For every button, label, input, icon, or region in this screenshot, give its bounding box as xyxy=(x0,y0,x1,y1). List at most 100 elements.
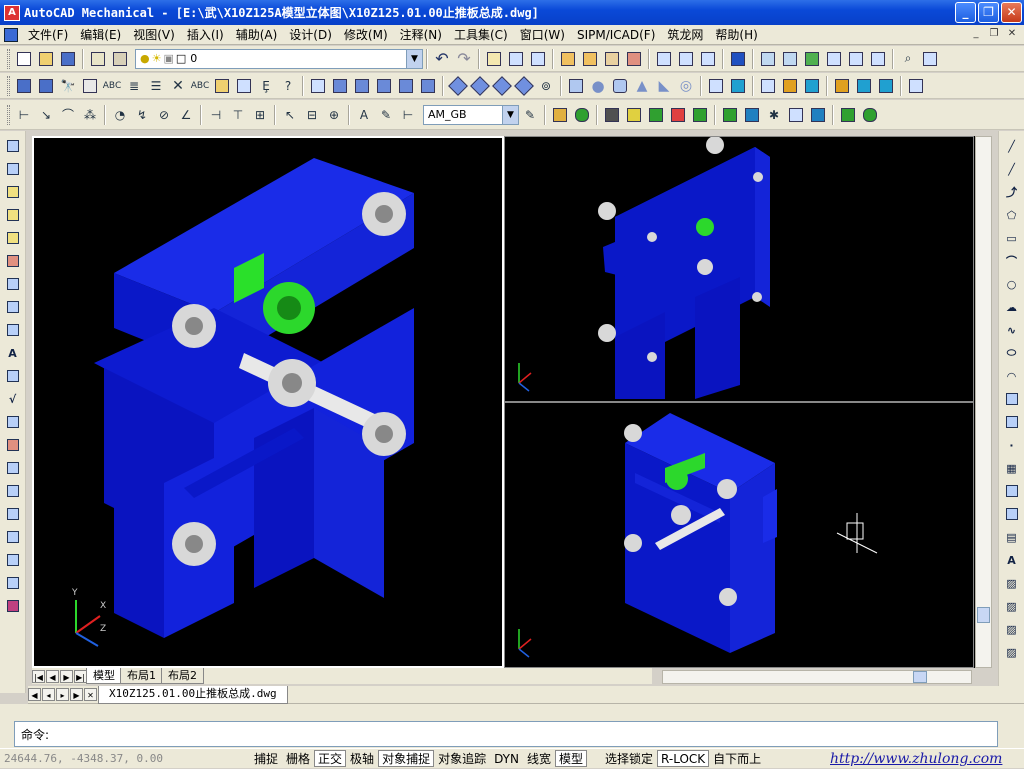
polygon-icon[interactable]: ⬠ xyxy=(1003,206,1021,224)
text-tool-icon[interactable]: A xyxy=(4,344,22,362)
polar-toggle[interactable]: 极轴 xyxy=(346,750,378,767)
light-icon[interactable] xyxy=(624,105,644,125)
rotate-icon[interactable] xyxy=(4,298,22,316)
pattern-3-icon[interactable]: ▨ xyxy=(1003,620,1021,638)
center-mark-icon[interactable]: ⊕ xyxy=(324,105,344,125)
construction-line-icon[interactable] xyxy=(4,160,22,178)
revcloud-icon[interactable]: ☁ xyxy=(1003,298,1021,316)
menu-edit[interactable]: 编辑(E) xyxy=(74,25,127,45)
calculator-icon[interactable] xyxy=(846,49,866,69)
leader-icon[interactable]: ↖ xyxy=(280,105,300,125)
toolbar-grip[interactable] xyxy=(7,104,10,125)
horizontal-scrollbar[interactable] xyxy=(662,670,972,684)
layer-manager-icon[interactable] xyxy=(88,49,108,69)
document-icon[interactable] xyxy=(4,27,18,42)
quick-dim-icon[interactable]: ⊣ xyxy=(206,105,226,125)
vertical-scrollbar[interactable] xyxy=(975,136,992,668)
tab-next-icon[interactable]: ▶ xyxy=(60,669,73,683)
hatch-draw-icon[interactable]: ▦ xyxy=(1003,459,1021,477)
osnap-toggle[interactable]: 对象捕捉 xyxy=(378,750,435,767)
search-icon[interactable]: ⌕ xyxy=(898,49,918,69)
viewport-lower-right[interactable] xyxy=(504,402,974,668)
pattern-4-icon[interactable]: ▨ xyxy=(1003,643,1021,661)
section-icon[interactable] xyxy=(758,76,778,96)
autocad-app-icon[interactable]: A xyxy=(4,4,20,21)
fog-icon[interactable] xyxy=(720,105,740,125)
command-line[interactable]: 命令: xyxy=(14,721,998,747)
tree-icon[interactable] xyxy=(234,76,254,96)
mtext-icon[interactable]: A xyxy=(1003,551,1021,569)
menu-zhulong[interactable]: 筑龙网 xyxy=(661,25,709,45)
horizontal-scroll-thumb[interactable] xyxy=(913,671,927,683)
jogged-dim-icon[interactable]: ↯ xyxy=(132,105,152,125)
text-icon[interactable]: Ȩ xyxy=(256,76,276,96)
restore-button[interactable]: ❐ xyxy=(978,2,999,23)
baseline-dim-icon[interactable]: ⊤ xyxy=(228,105,248,125)
arc-length-icon[interactable]: ⌒ xyxy=(58,105,78,125)
mdi-minimize-button[interactable]: _ xyxy=(968,27,984,41)
scene-icon[interactable] xyxy=(602,105,622,125)
close-button[interactable]: ✕ xyxy=(1001,2,1022,23)
hatch-icon[interactable] xyxy=(4,505,22,523)
line-tool-icon[interactable] xyxy=(4,137,22,155)
iso-se-icon[interactable] xyxy=(470,75,490,96)
zhulong-link[interactable]: http://www.zhulong.com xyxy=(830,749,1002,769)
ellipse-icon[interactable]: ⬭ xyxy=(1003,344,1021,362)
menu-view[interactable]: 视图(V) xyxy=(127,25,181,45)
point-icon[interactable]: · xyxy=(1003,436,1021,454)
gradient-icon[interactable] xyxy=(1003,482,1021,500)
scale-icon[interactable] xyxy=(4,321,22,339)
interfere-icon[interactable] xyxy=(802,76,822,96)
dim-style-dropdown[interactable]: AM_GB ▼ xyxy=(423,104,519,125)
dim-update-icon[interactable]: ⊢ xyxy=(398,105,418,125)
grid-toggle[interactable]: 栅格 xyxy=(282,750,314,767)
dim-style-icon[interactable]: ✎ xyxy=(520,105,540,125)
view-left-icon[interactable] xyxy=(352,76,372,96)
line-icon[interactable]: ╱ xyxy=(1003,137,1021,155)
ordinate-dim-icon[interactable]: ⁂ xyxy=(80,105,100,125)
otrack-toggle[interactable]: 对象追踪 xyxy=(434,750,490,767)
rectangle-icon[interactable]: ▭ xyxy=(1003,229,1021,247)
insert-block-icon[interactable] xyxy=(1003,390,1021,408)
sphere-icon[interactable]: ● xyxy=(588,76,608,96)
replay-icon[interactable] xyxy=(860,105,880,125)
cube-view-icon[interactable] xyxy=(868,49,888,69)
move-icon[interactable] xyxy=(4,275,22,293)
intersect-icon[interactable] xyxy=(876,76,896,96)
properties-panel-icon[interactable] xyxy=(906,76,926,96)
properties-icon[interactable]: ☰ xyxy=(146,76,166,96)
menu-help[interactable]: 帮助(H) xyxy=(709,25,763,45)
arc-icon[interactable]: ⌒ xyxy=(1003,252,1021,270)
spellcheck-icon[interactable]: ABC xyxy=(102,76,122,96)
ray-icon[interactable]: ╱ xyxy=(1003,160,1021,178)
spline-icon[interactable]: ∿ xyxy=(1003,321,1021,339)
viewport-left[interactable]: Y X Z xyxy=(32,136,504,668)
iso-ne-icon[interactable] xyxy=(492,75,512,96)
radius-dim-icon[interactable]: ◔ xyxy=(110,105,130,125)
chamfer-icon[interactable] xyxy=(676,49,696,69)
revolve-icon[interactable] xyxy=(728,76,748,96)
view-back-icon[interactable] xyxy=(418,76,438,96)
circle-icon[interactable]: ○ xyxy=(1003,275,1021,293)
layer-tool-icon[interactable] xyxy=(4,574,22,592)
lineweight-toggle[interactable]: 线宽 xyxy=(523,750,555,767)
tab-first-icon[interactable]: |◀ xyxy=(32,669,45,683)
fillet-tool-icon[interactable] xyxy=(4,482,22,500)
make-block-icon[interactable] xyxy=(1003,413,1021,431)
new-file-icon[interactable] xyxy=(14,49,34,69)
render-icon[interactable] xyxy=(550,105,570,125)
doc-prev-icon[interactable]: ◂ xyxy=(42,688,55,701)
material-icon[interactable] xyxy=(646,105,666,125)
layer-state-icon[interactable] xyxy=(110,49,130,69)
menu-window[interactable]: 窗口(W) xyxy=(514,25,571,45)
camera-icon[interactable]: ⊚ xyxy=(536,76,556,96)
dimension-icon[interactable] xyxy=(558,49,578,69)
mdi-restore-button[interactable]: ❐ xyxy=(986,27,1002,41)
union-icon[interactable] xyxy=(832,76,852,96)
background-icon[interactable] xyxy=(690,105,710,125)
linear-dim-icon[interactable]: ⊢ xyxy=(14,105,34,125)
chevron-down-icon[interactable]: ▼ xyxy=(406,49,422,68)
iso-sw-icon[interactable] xyxy=(448,75,468,96)
layer-dropdown[interactable]: ● ☀ ▣ □ 0 ▼ xyxy=(135,48,423,69)
abc-icon[interactable]: ABC xyxy=(190,76,210,96)
